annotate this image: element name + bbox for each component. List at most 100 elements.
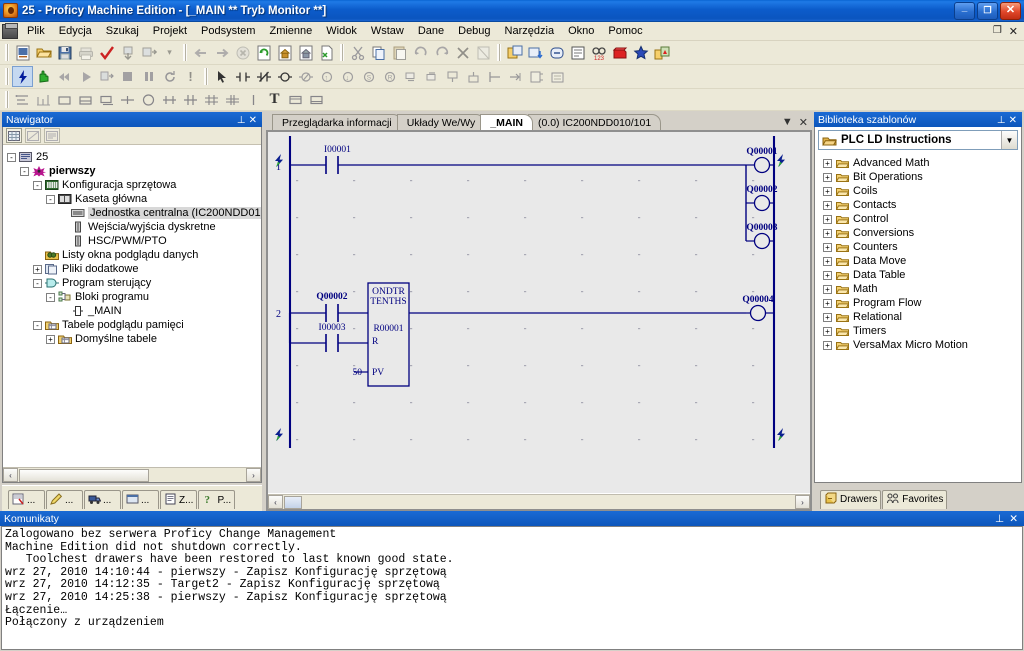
- menu-wstaw[interactable]: Wstaw: [364, 23, 411, 40]
- editor-tab-menu-button[interactable]: ▼: [782, 116, 793, 129]
- paste-icon[interactable]: [389, 42, 410, 63]
- toolchest-pin-button[interactable]: ⊥: [997, 115, 1006, 126]
- toolchest-folder[interactable]: + Bit Operations: [815, 170, 1021, 184]
- open-folder-icon[interactable]: [33, 42, 54, 63]
- toolchest-close-button[interactable]: ✕: [1009, 115, 1017, 126]
- print-icon[interactable]: [75, 42, 96, 63]
- toolchest-folder[interactable]: + Relational: [815, 310, 1021, 324]
- save-icon[interactable]: [54, 42, 75, 63]
- pause-icon[interactable]: [138, 66, 159, 87]
- coil[interactable]: [749, 304, 767, 322]
- more-icon[interactable]: ▾: [159, 42, 180, 63]
- expand-icon[interactable]: +: [823, 270, 832, 280]
- align-icon[interactable]: [12, 89, 33, 110]
- favorites-icon[interactable]: [630, 42, 651, 63]
- vertical-down-icon[interactable]: [442, 66, 463, 87]
- tjoin-icon[interactable]: [159, 89, 180, 110]
- refresh-icon[interactable]: [253, 42, 274, 63]
- collapse-icon[interactable]: -: [46, 194, 55, 204]
- home-icon[interactable]: [274, 42, 295, 63]
- menu-projekt[interactable]: Projekt: [146, 23, 194, 40]
- jump-icon[interactable]: [505, 66, 526, 87]
- editor-tab[interactable]: Układy We/Wy: [396, 114, 486, 130]
- navigator-pin-button[interactable]: ⊥: [237, 115, 246, 126]
- navigator-tab[interactable]: ...: [46, 490, 83, 509]
- inspector-icon[interactable]: [525, 42, 546, 63]
- toolchest-folder[interactable]: + Timers: [815, 324, 1021, 338]
- toolchest-folder[interactable]: + Advanced Math: [815, 156, 1021, 170]
- scroll-left-button[interactable]: ‹: [3, 468, 18, 482]
- double-v-icon[interactable]: [222, 89, 243, 110]
- expand-icon[interactable]: +: [33, 264, 42, 274]
- maximize-button[interactable]: ❐: [977, 1, 998, 20]
- expand-icon[interactable]: +: [823, 298, 832, 308]
- divider-icon[interactable]: [243, 89, 264, 110]
- delete-icon[interactable]: [452, 42, 473, 63]
- coil-icon[interactable]: [274, 66, 295, 87]
- coil[interactable]: [753, 156, 771, 174]
- box-icon[interactable]: [54, 89, 75, 110]
- tree-item[interactable]: - Tabele podglądu pamięci: [7, 318, 261, 332]
- hand-stop-icon[interactable]: [33, 66, 54, 87]
- toolbar-grip-5[interactable]: [5, 68, 9, 85]
- exclaim-icon[interactable]: !: [180, 66, 201, 87]
- toolchest-folder[interactable]: + Contacts: [815, 198, 1021, 212]
- pointer-icon[interactable]: [211, 66, 232, 87]
- messages-log[interactable]: Zalogowano bez serwera Proficy Change Ma…: [1, 526, 1023, 650]
- editor-tab[interactable]: (0.0) IC200NDD010/101: [527, 114, 662, 130]
- nc-contact-icon[interactable]: [253, 66, 274, 87]
- navigator-tab[interactable]: ...: [84, 490, 121, 509]
- mdi-restore-button[interactable]: ❐: [993, 25, 1002, 38]
- editor-hscrollbar[interactable]: ‹ ›: [268, 494, 810, 509]
- expand-icon[interactable]: +: [823, 284, 832, 294]
- validate-check-icon[interactable]: [96, 42, 117, 63]
- menu-zmienne[interactable]: Zmienne: [262, 23, 319, 40]
- redo-icon[interactable]: [431, 42, 452, 63]
- tree-item[interactable]: - Program sterujący: [7, 276, 261, 290]
- editor-tab-close-button[interactable]: ✕: [799, 116, 808, 129]
- tree-item[interactable]: Jednostka centralna (IC200NDD010/: [7, 206, 261, 220]
- chart-icon[interactable]: [33, 89, 54, 110]
- toolchest-folder[interactable]: + Conversions: [815, 226, 1021, 240]
- continuation-in-icon[interactable]: [421, 66, 442, 87]
- expand-icon[interactable]: +: [823, 214, 832, 224]
- toolchest-folder[interactable]: + VersaMax Micro Motion: [815, 338, 1021, 352]
- collapse-icon[interactable]: -: [46, 292, 55, 302]
- menu-okno[interactable]: Okno: [561, 23, 601, 40]
- toolbar-grip-2[interactable]: [183, 44, 187, 61]
- drawer-selector[interactable]: PLC LD Instructions ▼: [818, 130, 1018, 150]
- grid-view-icon[interactable]: [6, 128, 22, 143]
- expand-icon[interactable]: +: [823, 186, 832, 196]
- cut-icon[interactable]: [347, 42, 368, 63]
- toolbar-grip-7[interactable]: [5, 91, 9, 108]
- text-tool-icon[interactable]: T: [264, 89, 285, 110]
- tree-item[interactable]: HSC/PWM/PTO: [7, 234, 261, 248]
- navigator-icon[interactable]: [504, 42, 525, 63]
- expand-icon[interactable]: +: [823, 228, 832, 238]
- double-h-icon[interactable]: [201, 89, 222, 110]
- box-shadow-icon[interactable]: [96, 89, 117, 110]
- toolbar-grip-3[interactable]: [340, 44, 344, 61]
- menu-plik[interactable]: Plik: [20, 23, 52, 40]
- not-coil-icon[interactable]: [295, 66, 316, 87]
- toolchest-folder[interactable]: + Data Move: [815, 254, 1021, 268]
- project-tree[interactable]: -25- pierwszy - Konfiguracja sprzętowa - Kase…: [3, 146, 261, 466]
- toolbar-grip-4[interactable]: [497, 44, 501, 61]
- editor-scroll-thumb[interactable]: [284, 495, 302, 509]
- online-home-icon[interactable]: [295, 42, 316, 63]
- menu-dane[interactable]: Dane: [411, 23, 451, 40]
- list-view-icon[interactable]: [44, 128, 60, 143]
- tree-item[interactable]: - Bloki programu: [7, 290, 261, 304]
- upload-icon[interactable]: [138, 42, 159, 63]
- collapse-icon[interactable]: -: [33, 180, 42, 190]
- tree-item[interactable]: - 25: [7, 150, 261, 164]
- menu-widok[interactable]: Widok: [319, 23, 364, 40]
- ladder-canvas[interactable]: 1 I00001 Q00001 Q00002 Q00003 2 Q00002 I00003 ON…: [268, 132, 810, 493]
- run-icon[interactable]: [75, 66, 96, 87]
- pos-transition-icon[interactable]: ↑: [316, 66, 337, 87]
- toolchest-folder[interactable]: + Coils: [815, 184, 1021, 198]
- horizontal-wire-icon[interactable]: [484, 66, 505, 87]
- block-icon[interactable]: [547, 66, 568, 87]
- expand-icon[interactable]: +: [823, 256, 832, 266]
- cycle-icon[interactable]: [159, 66, 180, 87]
